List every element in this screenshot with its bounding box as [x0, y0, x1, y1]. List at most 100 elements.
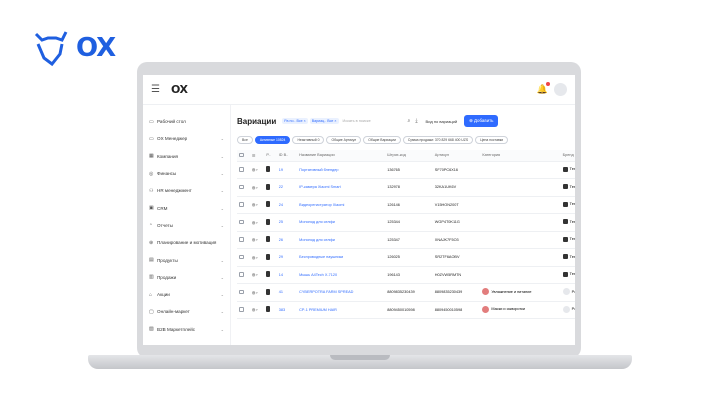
filter-tab[interactable]: Все: [237, 136, 253, 144]
sidebar-item[interactable]: ▥ Продажи ⌄: [143, 269, 230, 286]
row-checkbox-cell[interactable]: [237, 161, 250, 179]
row-actions[interactable]: ◎ ›: [249, 266, 265, 284]
column-header[interactable]: Категория: [480, 150, 561, 162]
sidebar-item[interactable]: ▭ OX Менеджер ⌄: [143, 130, 230, 147]
column-header[interactable]: ID B..: [276, 150, 298, 162]
download-icon[interactable]: ⤓: [415, 118, 417, 124]
row-actions[interactable]: ◎ ›: [249, 283, 265, 302]
row-checkbox[interactable]: [239, 307, 244, 312]
variation-id[interactable]: 22: [276, 178, 298, 197]
variation-name[interactable]: IP-камера Xiaomi Smart: [297, 178, 386, 197]
row-checkbox[interactable]: [239, 167, 244, 172]
table-row[interactable]: ◎ › 383 CP-1 PREMIUM HAIR 8809450010598 8809…: [237, 301, 575, 319]
filter-tab[interactable]: Неактивный 0: [292, 136, 325, 144]
search-icon[interactable]: ⌕: [408, 118, 411, 124]
notification-bell-icon[interactable]: 🔔: [537, 82, 550, 95]
row-actions[interactable]: ◎ ›: [249, 301, 265, 319]
table-row[interactable]: ◎ › 41 CYBERPOTRA FARM SPREAD 8809835230439…: [237, 283, 575, 302]
table-row[interactable]: ◎ › 14 Мышь A4Tech X-7120 196143 H0ZVW5RMTN Т…: [237, 266, 575, 284]
variation-name[interactable]: Портативный блендер: [297, 161, 386, 179]
row-checkbox[interactable]: [239, 219, 244, 224]
columns-icon[interactable]: ☰: [249, 150, 265, 162]
row-actions[interactable]: ◎ ›: [249, 178, 265, 197]
table-row[interactable]: ◎ › 22 IP-камера Xiaomi Smart 132978 32KA1UK…: [237, 178, 575, 197]
filter-tab[interactable]: Общие Вариации: [363, 136, 401, 144]
sidebar-item[interactable]: ◎ Финансы ⌄: [143, 165, 230, 182]
select-all-checkbox[interactable]: [239, 152, 244, 157]
variation-id[interactable]: 41: [276, 283, 298, 302]
row-checkbox-cell[interactable]: [237, 213, 250, 232]
sidebar-item[interactable]: ⊕ Планирование и мотивация: [143, 234, 230, 251]
chevron-down-icon: ⌄: [220, 326, 224, 332]
sidebar-item[interactable]: ▭ Рабочий стол: [143, 113, 230, 130]
sidebar-item[interactable]: ▦ Компания ⌄: [143, 148, 230, 165]
variation-id[interactable]: 24: [276, 196, 298, 214]
row-checkbox[interactable]: [239, 237, 244, 242]
column-header[interactable]: Бренд: [560, 150, 575, 162]
variation-name[interactable]: Видеорегистратор Xiaomi: [297, 196, 386, 214]
sidebar-item[interactable]: ▢ Онлайн-маркет ⌄: [143, 303, 230, 320]
row-checkbox[interactable]: [239, 184, 244, 189]
filter-tab[interactable]: Активные 10824: [254, 136, 291, 144]
table-row[interactable]: ◎ › 26 Монопод для селфи 125347 XNAJK7F5O3 Те…: [237, 231, 575, 249]
variation-id[interactable]: 14: [276, 266, 298, 284]
row-checkbox-cell[interactable]: [237, 196, 250, 214]
column-header[interactable]: Штрих-код: [385, 150, 433, 162]
table-row[interactable]: ◎ › 29 Беспроводные наушники 126025 SR2TF6AO…: [237, 248, 575, 267]
variation-name[interactable]: CP-1 PREMIUM HAIR: [297, 301, 386, 319]
variation-id[interactable]: 25: [276, 213, 298, 232]
variation-id[interactable]: 29: [276, 248, 298, 267]
view-mode-button[interactable]: Вид по вариаций: [426, 119, 458, 124]
crm-icon: ▣: [149, 205, 154, 212]
sidebar-item[interactable]: ▤ Продукты ⌄: [143, 251, 230, 268]
row-checkbox[interactable]: [239, 272, 244, 277]
row-actions[interactable]: ◎ ›: [249, 231, 265, 249]
row-actions[interactable]: ◎ ›: [249, 213, 265, 232]
table-row[interactable]: ◎ › 19 Портативный блендер 136765 SF70PC6X16…: [237, 161, 575, 179]
column-header[interactable]: Артикул: [432, 150, 481, 162]
variation-name[interactable]: Мышь A4Tech X-7120: [297, 266, 386, 284]
filter-chip-product[interactable]: Ра по.. Все ×: [282, 118, 308, 124]
row-checkbox[interactable]: [239, 202, 244, 207]
filter-chip-variation[interactable]: Вариац.. Все ×: [309, 118, 339, 124]
sidebar-item[interactable]: ▧ B2B Маркетплейс ⌄: [143, 321, 230, 338]
row-actions[interactable]: ◎ ›: [249, 196, 265, 214]
row-checkbox-cell[interactable]: [237, 248, 250, 267]
filter-tab[interactable]: Общие Артикул: [326, 136, 362, 144]
row-checkbox-cell[interactable]: [237, 231, 250, 249]
add-button[interactable]: ⊕ Добавить: [464, 115, 499, 127]
sidebar-item-label: HR менеджмент: [157, 188, 192, 194]
row-checkbox-cell[interactable]: [237, 301, 250, 319]
row-checkbox-cell[interactable]: [237, 283, 250, 302]
brand-label: Техно: [569, 167, 575, 172]
row-checkbox-cell[interactable]: [237, 178, 250, 197]
row-checkbox-cell[interactable]: [237, 266, 250, 284]
variation-id[interactable]: 26: [276, 231, 298, 249]
sidebar-item[interactable]: ⚇ HR менеджмент ⌄: [143, 182, 230, 199]
variation-id[interactable]: 383: [276, 301, 298, 319]
filter-tab[interactable]: Цена поставки: [475, 136, 509, 144]
variation-name[interactable]: Монопод для селфи: [297, 213, 386, 232]
column-header[interactable]: Название Вариации: [297, 150, 386, 162]
brand-cell: Podge: [560, 301, 575, 319]
column-header[interactable]: [237, 150, 250, 162]
sidebar-item[interactable]: ⌂ Акции ⌄: [143, 286, 230, 303]
table-row[interactable]: ◎ › 24 Видеорегистратор Xiaomi 126146 V15HON…: [237, 196, 575, 214]
brand-cell: Техно: [560, 213, 575, 232]
row-actions[interactable]: ◎ ›: [249, 161, 265, 179]
search-input[interactable]: Искать в поиске: [343, 119, 403, 123]
row-actions[interactable]: ◎ ›: [249, 248, 265, 267]
variation-name[interactable]: CYBERPOTRA FARM SPREAD: [297, 283, 386, 302]
menu-icon[interactable]: ☰: [151, 84, 165, 95]
avatar[interactable]: [554, 83, 567, 96]
sidebar-item[interactable]: ▣ CRM ⌄: [143, 199, 230, 216]
column-header[interactable]: P..: [264, 150, 277, 162]
sidebar-item[interactable]: ◔ Отчеты ⌄: [143, 217, 230, 234]
variation-name[interactable]: Монопод для селфи: [297, 231, 386, 249]
table-row[interactable]: ◎ › 25 Монопод для селфи 125344 WGP4T0K11G Те…: [237, 213, 575, 232]
variation-id[interactable]: 19: [276, 161, 298, 179]
filter-tab[interactable]: Сумма продажи: 370 829 668 400 UZS: [402, 136, 474, 144]
variation-name[interactable]: Беспроводные наушники: [297, 248, 386, 267]
row-checkbox[interactable]: [239, 289, 244, 294]
row-checkbox[interactable]: [239, 254, 244, 259]
